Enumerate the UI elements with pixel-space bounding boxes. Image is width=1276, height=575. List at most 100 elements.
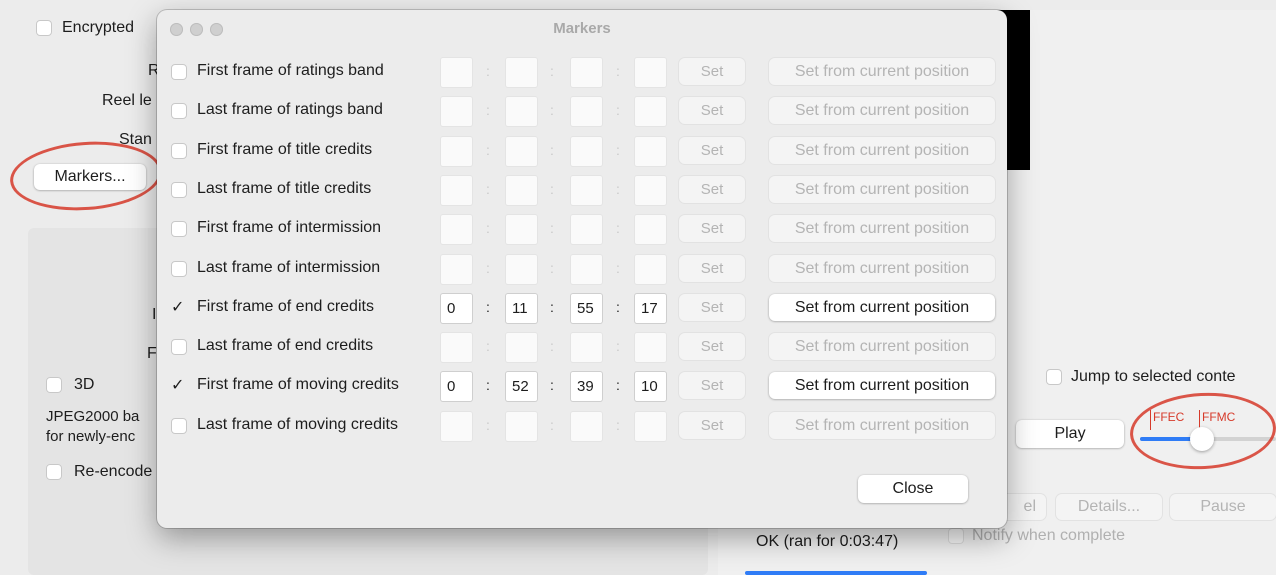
marker-checkbox[interactable] <box>171 221 187 238</box>
frames-field[interactable]: 10 <box>635 372 666 402</box>
marker-row: First frame of title credits::: Set Set fr… <box>157 132 1007 171</box>
set-button[interactable]: Set <box>679 333 745 361</box>
details-button[interactable]: Details... <box>1056 494 1162 520</box>
frames-field[interactable] <box>635 58 666 87</box>
dialog-titlebar: Markers <box>157 10 1007 48</box>
close-button[interactable]: Close <box>858 475 968 503</box>
hours-field[interactable] <box>441 215 472 245</box>
play-button-label: Play <box>1054 425 1086 442</box>
marker-row: Last frame of title credits::: Set Set fro… <box>157 171 1007 210</box>
marker-row: First frame of intermission::: Set Set fro… <box>157 210 1007 249</box>
notify-checkbox[interactable] <box>948 528 964 544</box>
marker-checkbox[interactable] <box>171 417 187 434</box>
set-button[interactable]: Set <box>679 372 745 400</box>
left-label-p: I <box>152 306 157 323</box>
jump-label: Jump to selected conte <box>1071 368 1236 385</box>
set-button[interactable]: Set <box>679 136 745 164</box>
timecode-separator: : <box>550 259 554 276</box>
frames-field[interactable] <box>635 254 666 284</box>
timecode-separator: : <box>550 298 554 315</box>
marker-checkbox[interactable] <box>171 64 187 80</box>
marker-label: First frame of ratings band <box>197 62 384 79</box>
reencode-checkbox[interactable] <box>46 464 62 480</box>
notify-label: Notify when complete <box>972 527 1125 544</box>
set-from-current-position-button[interactable]: Set from current position <box>769 136 995 164</box>
frames-field[interactable] <box>635 411 666 441</box>
hours-field[interactable]: 0 <box>441 372 472 402</box>
jump-checkbox[interactable] <box>1046 369 1062 385</box>
frames-field[interactable] <box>635 97 666 127</box>
timecode-separator: : <box>486 220 490 237</box>
minutes-field[interactable] <box>506 254 537 284</box>
set-from-current-position-button[interactable]: Set from current position <box>769 215 995 243</box>
minutes-field[interactable]: 52 <box>506 372 537 402</box>
set-button[interactable]: Set <box>679 175 745 203</box>
frames-field[interactable] <box>635 215 666 245</box>
minutes-field[interactable] <box>506 411 537 441</box>
marker-checkbox[interactable] <box>171 181 187 198</box>
left-label-f: F <box>147 345 157 362</box>
pause-button[interactable]: Pause <box>1170 494 1276 520</box>
frames-field[interactable]: 17 <box>635 293 666 323</box>
set-button[interactable]: Set <box>679 411 745 439</box>
hours-field[interactable] <box>441 254 472 284</box>
minutes-field[interactable] <box>506 215 537 245</box>
set-from-current-position-button[interactable]: Set from current position <box>769 254 995 282</box>
set-button[interactable]: Set <box>679 215 745 243</box>
hours-field[interactable] <box>441 411 472 441</box>
seconds-field[interactable] <box>571 136 602 166</box>
close-button-label: Close <box>892 480 934 497</box>
hours-field[interactable]: 0 <box>441 293 472 323</box>
marker-checkbox[interactable] <box>171 142 187 159</box>
frames-field[interactable] <box>635 175 666 205</box>
set-from-current-position-button[interactable]: Set from current position <box>769 411 995 439</box>
marker-checkbox[interactable] <box>171 103 187 120</box>
minutes-field[interactable]: 11 <box>506 293 537 323</box>
minutes-field[interactable] <box>506 97 537 127</box>
set-from-current-position-button[interactable]: Set from current position <box>769 333 995 361</box>
seconds-field[interactable] <box>571 215 602 245</box>
marker-row: Last frame of end credits::: Set Set from … <box>157 328 1007 367</box>
seconds-field[interactable] <box>571 97 602 127</box>
timecode-separator: : <box>486 416 490 433</box>
set-from-current-position-button[interactable]: Set from current position <box>769 293 995 321</box>
seconds-field[interactable] <box>571 254 602 284</box>
set-from-current-position-button[interactable]: Set from current position <box>769 372 995 400</box>
timecode-separator: : <box>486 338 490 355</box>
markers-dialog: Markers First frame of ratings band:::Se… <box>157 10 1007 528</box>
set-from-current-position-button[interactable]: Set from current position <box>769 97 995 125</box>
frames-field[interactable] <box>635 333 666 363</box>
seconds-field[interactable] <box>571 333 602 363</box>
marker-checkbox[interactable]: ✓ <box>171 375 187 394</box>
frames-field[interactable] <box>635 136 666 166</box>
hours-field[interactable] <box>441 333 472 363</box>
encrypted-checkbox[interactable] <box>36 20 52 36</box>
timecode-separator: : <box>550 102 554 119</box>
marker-checkbox[interactable] <box>171 260 187 277</box>
marker-checkbox[interactable]: ✓ <box>171 297 187 316</box>
set-button[interactable]: Set <box>679 293 745 321</box>
seconds-field[interactable] <box>571 175 602 205</box>
set-button[interactable]: Set <box>679 58 745 85</box>
minutes-field[interactable] <box>506 175 537 205</box>
minutes-field[interactable] <box>506 333 537 363</box>
set-button[interactable]: Set <box>679 254 745 282</box>
marker-checkbox[interactable] <box>171 339 187 356</box>
seconds-field[interactable] <box>571 411 602 441</box>
minutes-field[interactable] <box>506 136 537 166</box>
hours-field[interactable] <box>441 175 472 205</box>
seconds-field[interactable]: 55 <box>571 293 602 323</box>
set-from-current-position-button[interactable]: Set from current position <box>769 175 995 203</box>
hours-field[interactable] <box>441 58 472 87</box>
play-button[interactable]: Play <box>1016 420 1124 448</box>
hours-field[interactable] <box>441 97 472 127</box>
set-button[interactable]: Set <box>679 97 745 125</box>
minutes-field[interactable] <box>506 58 537 87</box>
threed-checkbox[interactable] <box>46 377 62 393</box>
timecode-separator: : <box>616 259 620 276</box>
jpeg-bandwidth-label-2: for newly-enc <box>46 428 136 445</box>
seconds-field[interactable] <box>571 58 602 87</box>
hours-field[interactable] <box>441 136 472 166</box>
seconds-field[interactable]: 39 <box>571 372 602 402</box>
set-from-current-position-button[interactable]: Set from current position <box>769 58 995 85</box>
